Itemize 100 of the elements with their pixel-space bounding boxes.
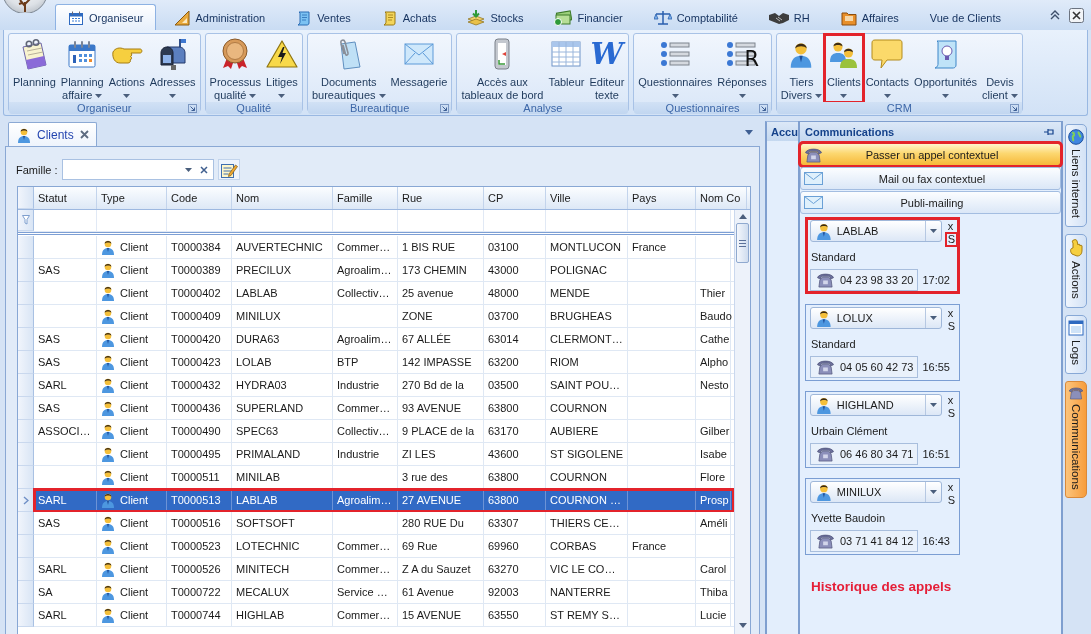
table-cell: BRUGHEAS (550, 310, 612, 322)
table-row[interactable]: SAS Client T0000389 PRECILUX Agroalim… 173 CHEMIN 43000 POLIGNAC (34, 259, 734, 282)
ribbon-button[interactable]: Questionnaires (636, 35, 715, 102)
ribbon-tab[interactable]: RH (755, 4, 823, 30)
column-header[interactable]: Rue (398, 187, 484, 209)
ribbon-tab[interactable]: Stocks (454, 4, 537, 30)
collapse-icon[interactable] (1050, 10, 1060, 20)
ribbon-tab[interactable]: Affaires (827, 4, 912, 30)
ribbon-button[interactable]: Planning affaire (58, 35, 106, 102)
ribbon-button[interactable]: Messagerie (388, 35, 450, 102)
table-row[interactable]: SAS Client T0000436 SUPERLAND Commer… 93 AVENUE 63800 COURNON (34, 397, 734, 420)
table-row[interactable]: Client T0000495 PRIMALAND Industrie ZI LES 43600 ST SIGOLENE Isabe (34, 443, 734, 466)
ribbon-tab[interactable]: Ventes (283, 4, 364, 30)
table-row[interactable]: SARL Client T0000513 LABLAB Agroalim… 27 AVENUE 63800 COURNON … Prosp (34, 489, 734, 512)
action-button[interactable]: Publi-mailing (800, 191, 1061, 214)
table-row[interactable]: SA Client T0000722 MECALUX Service … 61 Avenue 92003 NANTERRE Thiba (34, 581, 734, 604)
s-link[interactable]: S (945, 233, 957, 246)
contact-select[interactable]: MINILUX (810, 481, 942, 503)
close-link[interactable]: x (945, 220, 956, 233)
ribbon-button[interactable]: Documents bureautiques (309, 35, 388, 102)
close-icon[interactable] (79, 130, 89, 139)
close-link[interactable]: x (945, 394, 956, 407)
close-link[interactable]: x (945, 307, 956, 320)
column-header[interactable]: Ville (546, 187, 628, 209)
side-tab[interactable]: Actions (1065, 234, 1087, 308)
column-header[interactable]: Code (167, 187, 232, 209)
table-row[interactable]: SAS Client T0000420 DURA63 Agroalim… 67 ALLÉE 63014 CLERMONT… Cathe (34, 328, 734, 351)
table-row[interactable]: Client T0000402 LABLAB Collectiv… 25 avenue 48000 MENDE Thier (34, 282, 734, 305)
ribbon-tab[interactable]: Organiseur (55, 4, 157, 30)
column-header[interactable]: Type (97, 187, 167, 209)
action-button[interactable]: Passer un appel contextuel (800, 143, 1061, 166)
phone-number-button[interactable]: 03 71 41 84 12 (810, 530, 919, 552)
table-row[interactable]: SAS Client T0000516 SOFTSOFT 280 RUE Du 63307 THIERS CE… Améli (34, 512, 734, 535)
contact-select[interactable]: HIGHLAND (810, 394, 942, 416)
ribbon-button[interactable]: Litiges (263, 35, 300, 102)
table-row[interactable]: Client T0000409 MINILUX ZONE 03700 BRUGHEAS Baudo (34, 305, 734, 328)
ribbon-button[interactable]: Clients (825, 35, 863, 102)
ribbon-tab[interactable]: Comptabilité (640, 4, 751, 30)
scroll-down-icon[interactable] (738, 623, 747, 628)
table-row[interactable]: ASSOCI… Client T0000490 SPEC63 Collectiv… 9 PLACE de la 63170 AUBIERE Gilber (34, 420, 734, 443)
scroll-up-icon[interactable] (738, 214, 747, 219)
column-header[interactable]: Famille (333, 187, 398, 209)
ribbon-tab[interactable]: Administration (161, 4, 279, 30)
scrollbar-thumb[interactable] (736, 223, 749, 263)
dropdown-arrow-icon[interactable] (745, 130, 753, 135)
table-row[interactable]: SARL Client T0000744 HIGHLAB Commer… 15 AVENUE 63550 ST REMY S… Lucie (34, 604, 734, 627)
s-link[interactable]: S (945, 494, 957, 507)
gauge-icon (494, 38, 511, 70)
side-tab[interactable]: Liens internet (1065, 124, 1087, 228)
table-row[interactable]: Client T0000523 LOTECHNIC Commer… 69 Rue 69960 CORBAS France (34, 535, 734, 558)
column-header[interactable]: Nom Co (696, 187, 747, 209)
ribbon-tab[interactable]: Vue de Clients (916, 4, 1014, 30)
side-tab[interactable]: Communications (1065, 380, 1087, 499)
ribbon-button[interactable]: Opportunités (912, 35, 980, 102)
ribbon-tab[interactable]: Financier (541, 4, 636, 30)
ribbon-button[interactable]: W Editeur texte (587, 35, 627, 102)
action-button[interactable]: Mail ou fax contextuel (800, 167, 1061, 190)
ribbon-button[interactable]: Devis client (980, 35, 1020, 102)
ribbon-button[interactable]: Accès aux tableaux de bord (459, 35, 546, 102)
phone-number-button[interactable]: 06 46 80 34 71 (810, 443, 919, 465)
table-cell: T0000744 (171, 609, 221, 621)
table-row[interactable]: Client T0000511 MINILAB 3 rue des 63800 COURNON Flore (34, 466, 734, 489)
document-tab[interactable]: Clients (8, 122, 97, 146)
contact-select[interactable]: LABLAB (810, 220, 942, 242)
ribbon-button[interactable]: Tableur (546, 35, 587, 102)
phone-number-button[interactable]: 04 05 60 42 73 (810, 356, 919, 378)
grid-corner[interactable] (18, 187, 34, 209)
s-link[interactable]: S (945, 407, 957, 420)
contact-select[interactable]: LOLUX (810, 307, 942, 329)
close-link[interactable]: x (945, 481, 956, 494)
launcher-icon[interactable] (1010, 103, 1020, 113)
column-header[interactable]: Pays (628, 187, 696, 209)
close-icon[interactable] (1069, 7, 1084, 23)
phone-number-button[interactable]: 04 23 98 33 20 (810, 269, 919, 291)
edit-button[interactable] (217, 159, 240, 180)
table-row[interactable]: SAS Client T0000423 LOLAB BTP 142 IMPASSE 63200 RIOM Alpho (34, 351, 734, 374)
table-row[interactable]: SARL Client T0000432 HYDRA03 Industrie 270 Bd de la 03500 SAINT POU… Nesto (34, 374, 734, 397)
launcher-icon[interactable] (188, 103, 198, 113)
side-tab[interactable]: Logs (1065, 314, 1087, 374)
launcher-icon[interactable] (439, 103, 449, 113)
ribbon-button[interactable]: Actions (106, 35, 147, 102)
clear-icon[interactable] (199, 165, 208, 174)
ribbon-button[interactable]: R Réponses (715, 35, 769, 102)
launcher-icon[interactable] (759, 103, 769, 113)
vertical-scrollbar[interactable] (734, 210, 750, 634)
column-header[interactable]: Nom (232, 187, 333, 209)
ribbon-button[interactable]: Processus qualité (207, 35, 263, 102)
ribbon-tab[interactable]: Achats (368, 4, 450, 30)
table-row[interactable]: Client T0000384 AUVERTECHNIC Commer… 1 BIS RUE 03100 MONTLUCON France (34, 236, 734, 259)
table-row[interactable]: SARL Client T0000526 MINITECH Commer… Z A du Sauzet 63270 VIC LE CO… Carol (34, 558, 734, 581)
ribbon-button[interactable]: Planning (11, 35, 58, 102)
ribbon-button[interactable]: Contacts (863, 35, 912, 102)
row-selector[interactable] (18, 489, 34, 512)
column-header[interactable]: Statut (34, 187, 97, 209)
pin-icon[interactable] (1044, 127, 1055, 136)
row-selector[interactable] (18, 210, 34, 231)
s-link[interactable]: S (945, 320, 957, 333)
ribbon-button[interactable]: Adresses (147, 35, 198, 102)
ribbon-button[interactable]: Tiers Divers (778, 35, 825, 102)
column-header[interactable]: CP (484, 187, 546, 209)
